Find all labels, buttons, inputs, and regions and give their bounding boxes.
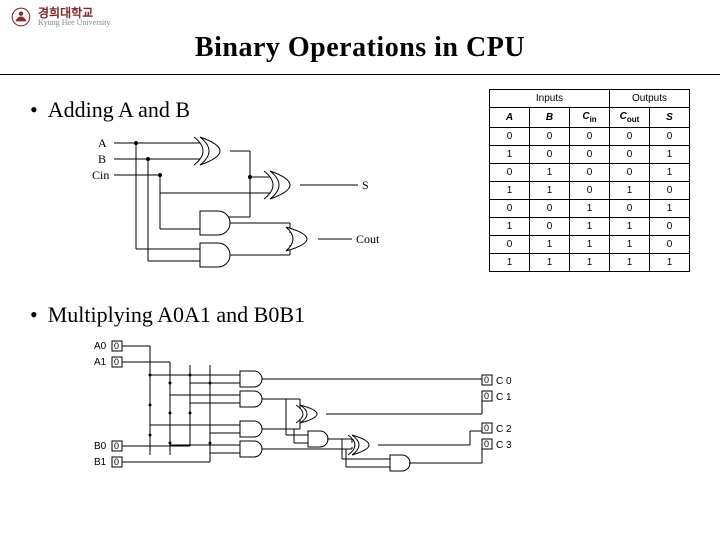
label-s: S: [362, 178, 369, 192]
svg-text:0: 0: [484, 391, 489, 401]
table-cell: 1: [530, 254, 570, 272]
table-cell: 1: [650, 164, 690, 182]
table-cell: 0: [530, 218, 570, 236]
table-cell: 1: [650, 254, 690, 272]
table-cell: 1: [610, 218, 650, 236]
multiplier-circuit: A0 0 A1 0 B0 0 B1 0: [90, 335, 530, 485]
label-c2: C 2: [496, 424, 512, 435]
table-cell: 0: [530, 128, 570, 146]
table-cell: 0: [610, 146, 650, 164]
table-cell: 0: [490, 200, 530, 218]
zero-a0: 0: [114, 341, 119, 351]
zero-a1: 0: [114, 357, 119, 367]
table-cell: 0: [570, 128, 610, 146]
svg-text:0: 0: [484, 423, 489, 433]
table-col-A: A: [490, 108, 530, 128]
label-c0: C 0: [496, 376, 512, 387]
table-cell: 0: [490, 236, 530, 254]
table-cell: 1: [570, 254, 610, 272]
table-cell: 1: [490, 146, 530, 164]
table-cell: 1: [530, 236, 570, 254]
table-cell: 1: [490, 182, 530, 200]
table-col-B: B: [530, 108, 570, 128]
table-cell: 1: [490, 254, 530, 272]
university-name-en: Kyung Hee University: [38, 19, 110, 27]
label-cin: Cin: [92, 168, 109, 182]
table-row: 11111: [490, 254, 690, 272]
table-cell: 0: [610, 164, 650, 182]
table-cell: 1: [610, 254, 650, 272]
table-cell: 1: [650, 146, 690, 164]
table-cell: 0: [650, 182, 690, 200]
svg-text:0: 0: [484, 439, 489, 449]
full-adder-circuit: A B Cin S: [90, 129, 390, 279]
table-cell: 1: [530, 182, 570, 200]
label-b1: B1: [94, 457, 107, 468]
table-row: 00101: [490, 200, 690, 218]
table-cell: 0: [650, 128, 690, 146]
table-cell: 0: [530, 146, 570, 164]
label-a0: A0: [94, 341, 107, 352]
table-cell: 1: [570, 200, 610, 218]
table-col-S: S: [650, 108, 690, 128]
full-adder-truth-table: Inputs Outputs ABCinCoutS 00000100010100…: [489, 89, 690, 272]
table-cell: 0: [650, 218, 690, 236]
table-row: 11010: [490, 182, 690, 200]
label-b0: B0: [94, 441, 107, 452]
bullet-mult-text: Multiplying A0A1 and B0B1: [48, 302, 305, 328]
table-col-Cout: Cout: [610, 108, 650, 128]
table-row: 00000: [490, 128, 690, 146]
table-cell: 0: [570, 146, 610, 164]
table-cell: 1: [490, 218, 530, 236]
table-row: 10110: [490, 218, 690, 236]
table-cell: 1: [610, 236, 650, 254]
svg-text:0: 0: [484, 375, 489, 385]
table-cell: 0: [650, 236, 690, 254]
bullet-adder-text: Adding A and B: [48, 97, 190, 123]
bullet-dot: •: [30, 302, 38, 328]
table-cell: 1: [570, 218, 610, 236]
table-cell: 0: [610, 128, 650, 146]
table-cell: 0: [490, 128, 530, 146]
table-cell: 0: [570, 182, 610, 200]
table-group-outputs: Outputs: [610, 90, 690, 108]
table-cell: 1: [650, 200, 690, 218]
table-row: 01110: [490, 236, 690, 254]
zero-b0: 0: [114, 441, 119, 451]
slide-header: 경희대학교 Kyung Hee University: [0, 0, 720, 28]
table-cell: 0: [570, 164, 610, 182]
label-b: B: [98, 152, 106, 166]
university-logo: [10, 6, 32, 28]
table-cell: 1: [570, 236, 610, 254]
label-c3: C 3: [496, 440, 512, 451]
label-c1: C 1: [496, 392, 512, 403]
table-row: 10001: [490, 146, 690, 164]
table-cell: 0: [610, 200, 650, 218]
table-row: 01001: [490, 164, 690, 182]
zero-b1: 0: [114, 457, 119, 467]
bullet-mult: • Multiplying A0A1 and B0B1: [30, 302, 690, 328]
table-cell: 0: [490, 164, 530, 182]
table-cell: 0: [530, 200, 570, 218]
label-cout: Cout: [356, 232, 380, 246]
slide-title: Binary Operations in CPU: [0, 32, 720, 64]
table-group-inputs: Inputs: [490, 90, 610, 108]
table-col-Cin: Cin: [570, 108, 610, 128]
label-a1: A1: [94, 357, 107, 368]
label-a: A: [98, 136, 107, 150]
bullet-dot: •: [30, 97, 38, 123]
table-cell: 1: [530, 164, 570, 182]
table-cell: 1: [610, 182, 650, 200]
